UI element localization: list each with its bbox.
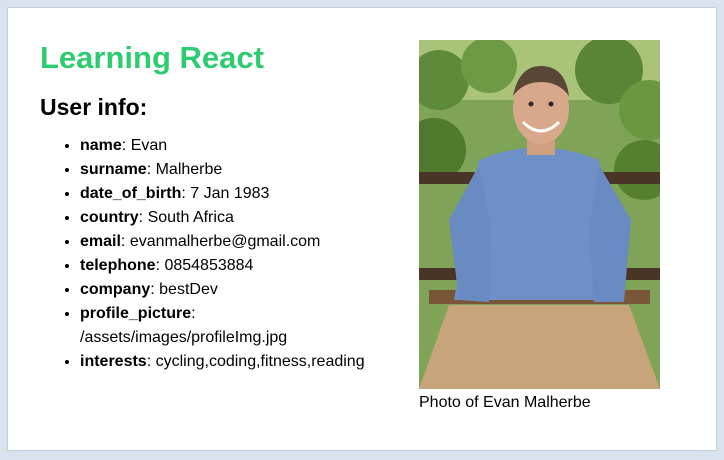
list-item: profile_picture: /assets/images/profileI… xyxy=(80,302,400,350)
profile-photo xyxy=(419,40,660,389)
field-value: : evanmalherbe@gmail.com xyxy=(120,233,321,250)
list-item: country: South Africa xyxy=(80,206,400,230)
list-item: surname: Malherbe xyxy=(80,158,400,182)
field-value: : South Africa xyxy=(138,209,234,226)
section-heading: User info: xyxy=(40,94,148,120)
field-key: company xyxy=(80,281,151,298)
field-value: : 0854853884 xyxy=(155,257,254,274)
content-card: Learning React User info: name: Evan sur… xyxy=(7,7,717,451)
field-key: email xyxy=(80,233,121,250)
user-info-section: Learning React User info: name: Evan sur… xyxy=(40,38,400,374)
list-item: email: evanmalherbe@gmail.com xyxy=(80,230,400,254)
photo-caption: Photo of Evan Malherbe xyxy=(419,394,591,411)
field-value: : Evan xyxy=(121,137,168,154)
field-key: date_of_birth xyxy=(80,185,182,202)
field-value: : cycling,coding,fitness,reading xyxy=(146,353,365,370)
user-info-list: name: Evan surname: Malherbe date_of_bir… xyxy=(40,134,400,374)
field-value: : bestDev xyxy=(150,281,218,298)
field-key: telephone xyxy=(80,257,156,274)
field-key: name xyxy=(80,137,122,154)
field-key: profile_picture xyxy=(80,305,192,322)
field-value: : Malherbe xyxy=(146,161,223,178)
field-key: surname xyxy=(80,161,147,178)
list-item: interests: cycling,coding,fitness,readin… xyxy=(80,350,400,374)
field-value: : 7 Jan 1983 xyxy=(181,185,270,202)
list-item: name: Evan xyxy=(80,134,400,158)
field-key: interests xyxy=(80,353,147,370)
page-title: Learning React xyxy=(40,40,264,75)
field-key: country xyxy=(80,209,139,226)
list-item: telephone: 0854853884 xyxy=(80,254,400,278)
list-item: date_of_birth: 7 Jan 1983 xyxy=(80,182,400,206)
photo-section: Photo of Evan Malherbe xyxy=(419,40,660,413)
list-item: company: bestDev xyxy=(80,278,400,302)
